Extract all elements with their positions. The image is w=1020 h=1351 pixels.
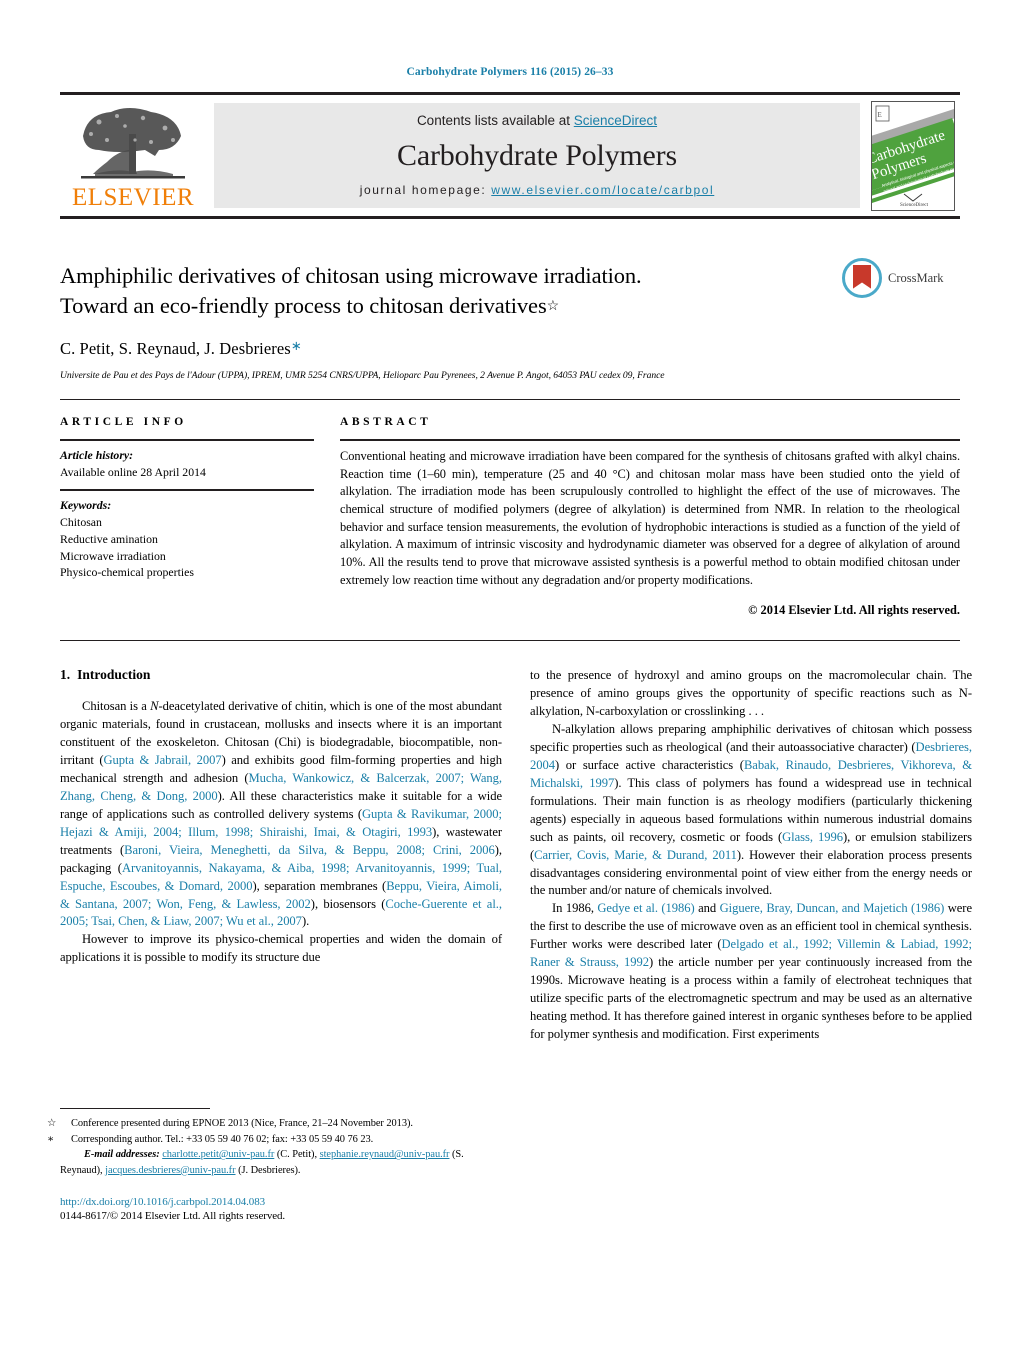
journal-homepage-link[interactable]: www.elsevier.com/locate/carbpol [491, 183, 714, 197]
title-block: Amphiphilic derivatives of chitosan usin… [60, 258, 960, 381]
paragraph: Chitosan is a N-deacetylated derivative … [60, 699, 503, 929]
section-title: Introduction [77, 667, 151, 683]
footnote-marker: ☆ [47, 1118, 57, 1129]
keyword-item: Microwave irradiation [60, 548, 166, 563]
email-link[interactable]: stephanie.reynaud@univ-pau.fr [320, 1149, 450, 1160]
keyword-item: Physico-chemical properties [60, 565, 194, 580]
footnote-corresponding-text: Corresponding author. Tel.: +33 05 59 40… [71, 1133, 374, 1145]
paragraph: However to improve its physico-chemical … [60, 932, 502, 965]
email-link[interactable]: jacques.desbrieres@univ-pau.fr [105, 1165, 235, 1176]
email-addresses-label: E-mail addresses: [84, 1149, 160, 1161]
crossmark-icon [842, 258, 882, 298]
paragraph: N-alkylation allows preparing amphiphili… [530, 722, 973, 898]
footnote-conference-text: Conference presented during EPNOE 2013 (… [71, 1118, 413, 1129]
contents-prefix: Contents lists available at [416, 113, 574, 128]
corresponding-author-marker[interactable]: ∗ [291, 338, 302, 353]
paper-page: Carbohydrate Polymers 116 (2015) 26–33 E… [0, 0, 1020, 1351]
section-heading-introduction: 1. Introduction [60, 667, 502, 683]
keyword-item: Reductive amination [60, 531, 158, 546]
crossmark-label: CrossMark [888, 270, 944, 285]
author-list: C. Petit, S. Reynaud, J. Desbrieres∗ [60, 338, 960, 359]
contents-list-line: Contents lists available at ScienceDirec… [417, 113, 657, 128]
running-head: Carbohydrate Polymers 116 (2015) 26–33 [406, 66, 614, 78]
body-columns: 1. Introduction Chitosan is a N-deacetyla… [60, 640, 972, 1044]
title-line-2: Toward an eco-friendly process to chitos… [60, 292, 547, 318]
sciencedirect-link[interactable]: ScienceDirect [574, 113, 657, 128]
article-info-column: ARTICLE INFO Article history: Available … [60, 416, 340, 618]
cover-image: Carbohydrate Polymers Analytical, biolog… [871, 100, 955, 211]
email-owner: (C. Petit), [276, 1149, 318, 1161]
elsevier-tree-icon [81, 108, 185, 179]
article-history-label: Article history: [60, 447, 134, 462]
masthead-center: Contents lists available at ScienceDirec… [214, 103, 860, 208]
issn-copyright: 0144-8617/© 2014 Elsevier Ltd. All right… [60, 1210, 286, 1223]
title-line-1: Amphiphilic derivatives of chitosan usin… [60, 263, 642, 288]
footnote-marker: ∗ [47, 1133, 55, 1145]
affiliation: Universite de Pau et des Pays de l'Adour… [60, 369, 665, 381]
paragraph: to the presence of hydroxyl and amino gr… [530, 668, 972, 719]
body-column-left: 1. Introduction Chitosan is a N-deacetyla… [60, 667, 502, 1044]
abstract-copyright: © 2014 Elsevier Ltd. All rights reserved… [748, 603, 960, 618]
journal-masthead: ELSEVIER Contents lists available at Sci… [60, 92, 960, 219]
keywords-label: Keywords: [60, 498, 112, 513]
crossmark-badge[interactable]: CrossMark [842, 255, 960, 301]
keyword-item: Chitosan [60, 515, 102, 530]
abstract-column: ABSTRACT Conventional heating and microw… [340, 416, 960, 618]
footnote-emails: E-mail addresses: charlotte.petit@univ-p… [60, 1147, 502, 1178]
elsevier-logo: ELSEVIER [60, 95, 206, 216]
email-owner: (J. Desbrieres). [238, 1164, 301, 1176]
svg-text:ScienceDirect: ScienceDirect [900, 203, 929, 208]
paragraph: In 1986, Gedye et al. (1986) and Giguere… [530, 901, 972, 1041]
footnote-conference: ☆ Conference presented during EPNOE 2013 … [47, 1116, 502, 1132]
page-title: Amphiphilic derivatives of chitosan usin… [60, 261, 800, 321]
footnote-corresponding: ∗ Corresponding author. Tel.: +33 05 59 4… [47, 1132, 502, 1148]
elsevier-wordmark: ELSEVIER [71, 184, 195, 211]
cover-artwork-icon: Carbohydrate Polymers Analytical, biolog… [872, 101, 954, 210]
svg-text:E: E [878, 111, 882, 119]
body-column-right: to the presence of hydroxyl and amino gr… [530, 667, 972, 1044]
keywords-list: Keywords: Chitosan Reductive amination M… [60, 491, 314, 581]
title-footnote-marker[interactable]: ☆ [547, 299, 560, 314]
doi-link[interactable]: http://dx.doi.org/10.1016/j.carbpol.2014… [60, 1196, 502, 1208]
footnote-divider [60, 1108, 210, 1109]
article-history: Article history: Available online 28 Apr… [60, 441, 314, 490]
journal-homepage-line: journal homepage: www.elsevier.com/locat… [360, 183, 715, 197]
abstract-heading: ABSTRACT [340, 415, 432, 428]
journal-title: Carbohydrate Polymers [397, 138, 677, 172]
article-history-value: Available online 28 April 2014 [60, 464, 206, 479]
section-number: 1. [60, 667, 71, 683]
article-info-heading: ARTICLE INFO [60, 415, 187, 428]
info-abstract-row: ARTICLE INFO Article history: Available … [60, 398, 960, 618]
abstract-text: Conventional heating and microwave irrad… [340, 448, 960, 587]
email-link[interactable]: charlotte.petit@univ-pau.fr [162, 1149, 274, 1160]
journal-cover-thumbnail: Carbohydrate Polymers Analytical, biolog… [860, 95, 960, 216]
homepage-prefix: journal homepage: [359, 183, 492, 197]
authors-names: C. Petit, S. Reynaud, J. Desbrieres [60, 338, 291, 358]
footnote-block: ☆ Conference presented during EPNOE 2013 … [47, 1108, 502, 1223]
